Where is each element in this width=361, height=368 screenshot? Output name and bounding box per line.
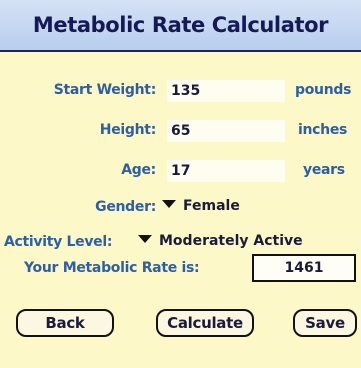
activity-level-dropdown[interactable]: Moderately Active <box>138 233 303 249</box>
height-label: Height: <box>99 122 157 138</box>
back-button[interactable]: Back <box>16 309 114 337</box>
age-input[interactable]: 17 <box>167 160 285 182</box>
app-title: Metabolic Rate Calculator <box>32 13 329 37</box>
save-button[interactable]: Save <box>293 309 357 337</box>
activity-level-value: Moderately Active <box>159 233 303 249</box>
metabolic-rate-value: 1461 <box>252 254 356 282</box>
age-unit: years <box>303 162 345 178</box>
height-input[interactable]: 65 <box>167 120 285 142</box>
start-weight-label: Start Weight: <box>53 82 157 98</box>
gender-dropdown[interactable]: Female <box>162 198 240 214</box>
calculate-button[interactable]: Calculate <box>156 309 254 337</box>
age-label: Age: <box>121 162 156 178</box>
start-weight-input[interactable]: 135 <box>167 80 285 102</box>
activity-level-label: Activity Level: <box>4 234 113 250</box>
metabolic-rate-label: Your Metabolic Rate is: <box>24 260 200 276</box>
title-bar: Metabolic Rate Calculator <box>0 0 361 52</box>
dropdown-arrow-icon <box>162 200 176 208</box>
gender-value: Female <box>183 198 240 214</box>
start-weight-unit: pounds <box>295 82 352 98</box>
dropdown-arrow-icon <box>138 235 152 243</box>
gender-label: Gender: <box>95 199 156 215</box>
height-unit: inches <box>298 122 348 138</box>
